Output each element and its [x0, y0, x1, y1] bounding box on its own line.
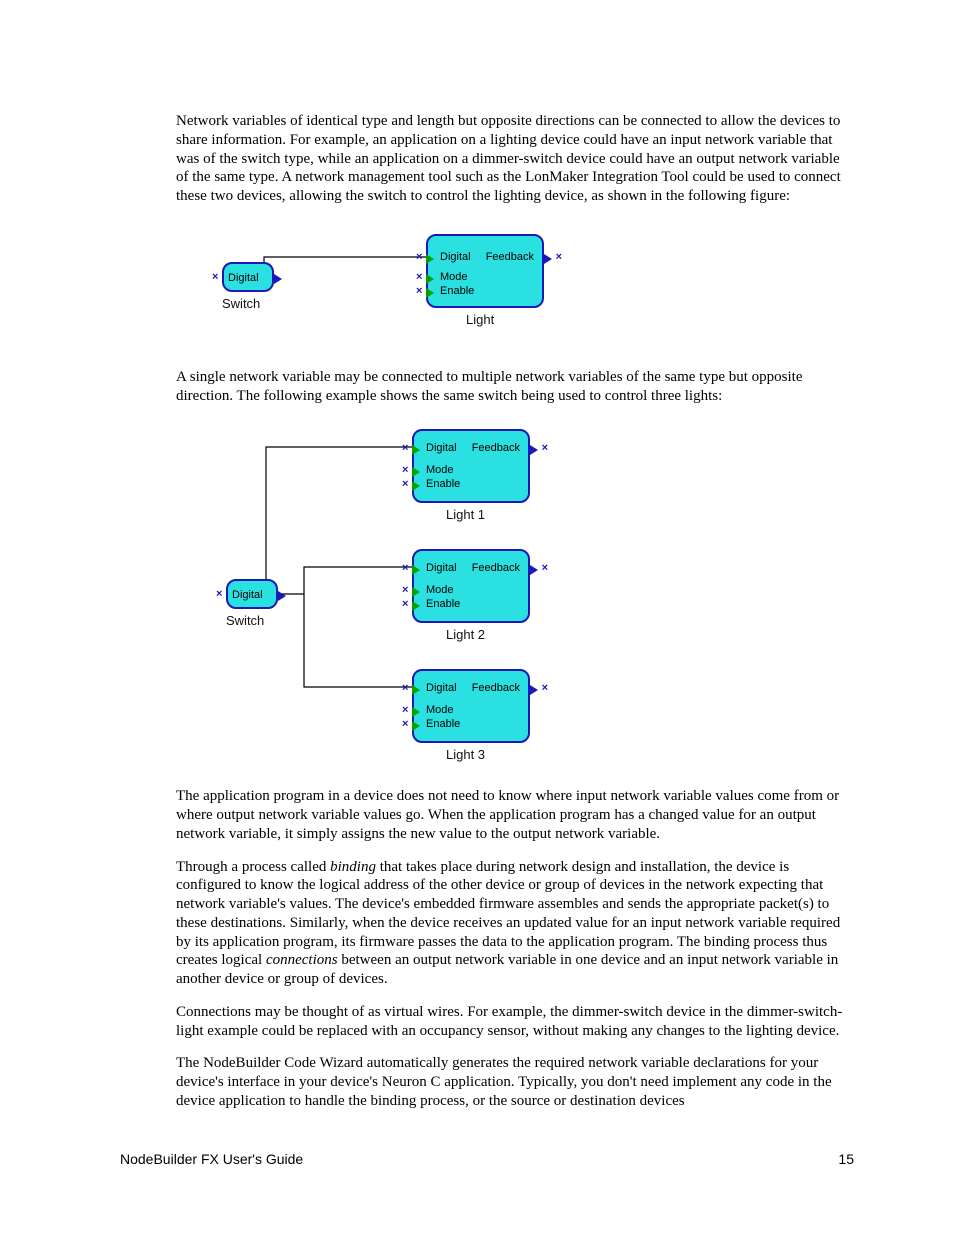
light2-node: × Digital Feedback × × Mode × Enable [412, 549, 530, 623]
light1-out-feedback-icon [530, 445, 538, 455]
light1-node: × Digital Feedback × × Mode × Enable [412, 429, 530, 503]
diagram-switch-light: Digital × Switch × Digital Feedback × × … [204, 230, 564, 350]
light1-in-mode-icon [412, 467, 420, 477]
switch-caption: Switch [222, 296, 260, 311]
light3-in-enable-icon [412, 721, 420, 731]
light-input-mode-x-icon: × [416, 271, 422, 283]
light-input-digital-label: Digital [440, 251, 471, 263]
light1-in-enable-label: Enable [426, 478, 460, 490]
light-input-digital-icon [426, 254, 434, 264]
light3-in-mode-x-icon: × [402, 704, 408, 716]
light3-in-digital-x-icon: × [402, 682, 408, 694]
light2-in-mode-label: Mode [426, 584, 454, 596]
light2-in-enable-x-icon: × [402, 598, 408, 610]
light2-in-digital-icon [412, 565, 420, 575]
light1-in-enable-icon [412, 481, 420, 491]
switch-node: Digital × [222, 262, 274, 292]
switch-output-port-icon [274, 274, 282, 284]
footer-title: NodeBuilder FX User's Guide [120, 1151, 303, 1167]
p4-connections-term: connections [266, 952, 338, 968]
diagram-switch-three-lights: Digital × Switch × Digital Feedback × × … [204, 429, 564, 769]
paragraph-4: Through a process called binding that ta… [176, 858, 854, 989]
switch2-output-port-icon [278, 591, 286, 601]
page-footer: NodeBuilder FX User's Guide 15 [120, 1151, 854, 1167]
light1-in-enable-x-icon: × [402, 478, 408, 490]
light-input-mode-icon [426, 274, 434, 284]
light1-in-mode-x-icon: × [402, 464, 408, 476]
light3-in-digital-icon [412, 685, 420, 695]
light-caption: Light [466, 312, 494, 327]
light2-in-digital-label: Digital [426, 562, 457, 574]
light-output-feedback-icon [544, 254, 552, 264]
light1-out-feedback-x-icon: × [542, 442, 548, 454]
light3-node: × Digital Feedback × × Mode × Enable [412, 669, 530, 743]
light1-in-digital-icon [412, 445, 420, 455]
light1-in-digital-label: Digital [426, 442, 457, 454]
switch2-port-label: Digital [232, 589, 263, 601]
light3-in-mode-icon [412, 707, 420, 717]
light3-in-mode-label: Mode [426, 704, 454, 716]
p4-part-a: Through a process called [176, 859, 330, 875]
light-input-enable-x-icon: × [416, 285, 422, 297]
light3-out-feedback-label: Feedback [472, 682, 520, 694]
page: Network variables of identical type and … [0, 0, 954, 1235]
light2-in-digital-x-icon: × [402, 562, 408, 574]
switch2-output-x-icon: × [216, 588, 222, 600]
light1-in-digital-x-icon: × [402, 442, 408, 454]
light2-in-enable-icon [412, 601, 420, 611]
footer-page-number: 15 [838, 1151, 854, 1167]
light1-in-mode-label: Mode [426, 464, 454, 476]
light2-in-enable-label: Enable [426, 598, 460, 610]
light-input-mode-label: Mode [440, 271, 468, 283]
p4-binding-term: binding [330, 859, 376, 875]
light2-out-feedback-icon [530, 565, 538, 575]
switch2-caption: Switch [226, 613, 264, 628]
paragraph-5: Connections may be thought of as virtual… [176, 1003, 854, 1041]
light1-out-feedback-label: Feedback [472, 442, 520, 454]
switch2-node: Digital × [226, 579, 278, 609]
light-input-digital-x-icon: × [416, 251, 422, 263]
paragraph-6: The NodeBuilder Code Wizard automaticall… [176, 1054, 854, 1110]
light2-in-mode-x-icon: × [402, 584, 408, 596]
paragraph-1: Network variables of identical type and … [176, 112, 854, 206]
switch-port-label: Digital [228, 272, 259, 284]
light3-in-enable-x-icon: × [402, 718, 408, 730]
light-output-feedback-x-icon: × [556, 251, 562, 263]
light2-caption: Light 2 [446, 627, 485, 642]
light3-in-enable-label: Enable [426, 718, 460, 730]
light-node: × Digital Feedback × × Mode × Enable [426, 234, 544, 308]
light2-out-feedback-x-icon: × [542, 562, 548, 574]
light-input-enable-label: Enable [440, 285, 474, 297]
paragraph-3: The application program in a device does… [176, 787, 854, 843]
switch-output-x-icon: × [212, 271, 218, 283]
light2-out-feedback-label: Feedback [472, 562, 520, 574]
light2-in-mode-icon [412, 587, 420, 597]
light-output-feedback-label: Feedback [486, 251, 534, 263]
light3-out-feedback-icon [530, 685, 538, 695]
light1-caption: Light 1 [446, 507, 485, 522]
light3-caption: Light 3 [446, 747, 485, 762]
light3-in-digital-label: Digital [426, 682, 457, 694]
light-input-enable-icon [426, 288, 434, 298]
light3-out-feedback-x-icon: × [542, 682, 548, 694]
paragraph-2: A single network variable may be connect… [176, 368, 854, 406]
